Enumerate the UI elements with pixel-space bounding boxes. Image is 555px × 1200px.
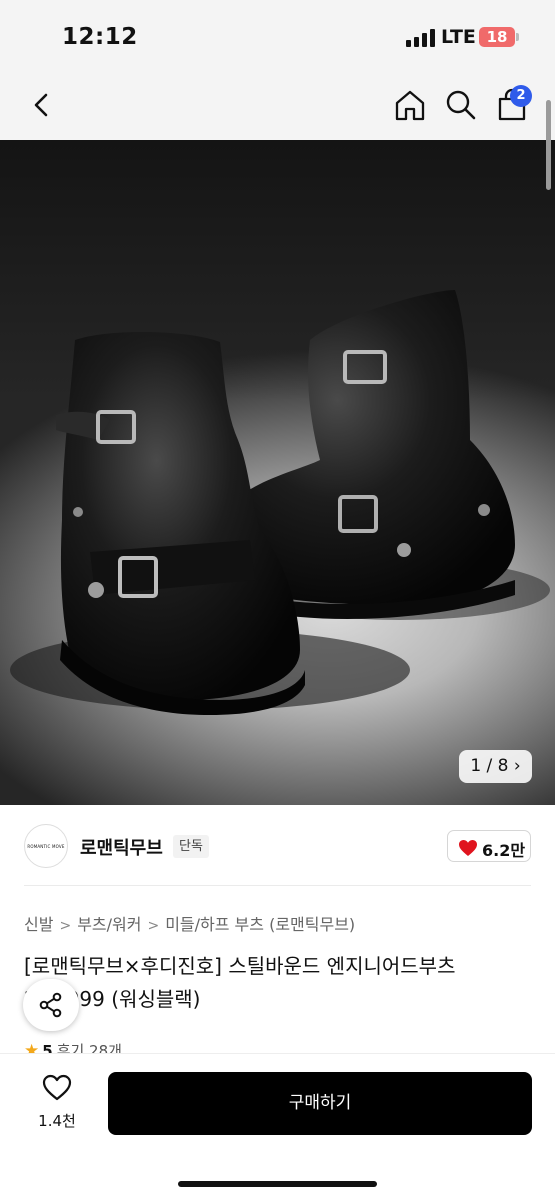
battery-cap: [516, 33, 519, 41]
top-navigation: [0, 70, 555, 140]
product-title: [로맨틱무브×후디진호] 스틸바운드 엔지니어드부츠 24M999 (워싱블랙): [24, 954, 456, 1011]
brand-logo-text: ROMANTIC MOVE: [27, 844, 65, 849]
home-indicator[interactable]: [178, 1181, 377, 1187]
home-icon[interactable]: [392, 87, 428, 123]
breadcrumb-item[interactable]: 미들/하프 부츠 (로맨틱무브): [165, 915, 355, 934]
battery-level: 18: [486, 28, 508, 46]
signal-icon: [406, 29, 436, 47]
cart-count-badge: 2: [510, 85, 532, 107]
brand-logo[interactable]: ROMANTIC MOVE: [24, 824, 68, 868]
breadcrumb-item[interactable]: 부츠/워커: [77, 915, 141, 934]
clock: 12:12: [62, 24, 138, 50]
chevron-right-icon: >: [147, 918, 160, 934]
search-icon[interactable]: [443, 87, 479, 123]
wishlist-count: 1.4천: [38, 1112, 76, 1130]
image-counter-button[interactable]: 1 / 8 ›: [459, 750, 532, 783]
heart-filled-icon: [459, 840, 477, 856]
product-image[interactable]: [0, 140, 555, 805]
brand-like-count: 6.2만: [482, 841, 526, 860]
boots-illustration: [10, 290, 550, 715]
page-scrollbar[interactable]: [546, 100, 551, 190]
breadcrumb-item[interactable]: 신발: [24, 915, 53, 934]
status-bar: 12:12 LTE 18: [0, 0, 555, 70]
network-label: LTE: [441, 26, 476, 48]
buy-button[interactable]: 구매하기: [108, 1072, 532, 1135]
chevron-right-icon: >: [59, 918, 72, 934]
wishlist-button[interactable]: 1.4천: [34, 1074, 80, 1134]
back-icon[interactable]: [24, 87, 60, 123]
heart-outline-icon: [42, 1074, 72, 1101]
brand-name[interactable]: 로맨틱무브: [80, 834, 163, 860]
battery-icon: 18: [479, 27, 515, 47]
brand-like-button[interactable]: 6.2만: [447, 830, 531, 862]
exclusive-badge: 단독: [173, 835, 209, 858]
purchase-bar: 1.4천 구매하기: [0, 1053, 555, 1200]
share-icon: [39, 992, 62, 1018]
breadcrumb: 신발 > 부츠/워커 > 미들/하프 부츠 (로맨틱무브): [24, 911, 355, 935]
share-button[interactable]: [23, 979, 79, 1031]
divider: [24, 885, 531, 886]
